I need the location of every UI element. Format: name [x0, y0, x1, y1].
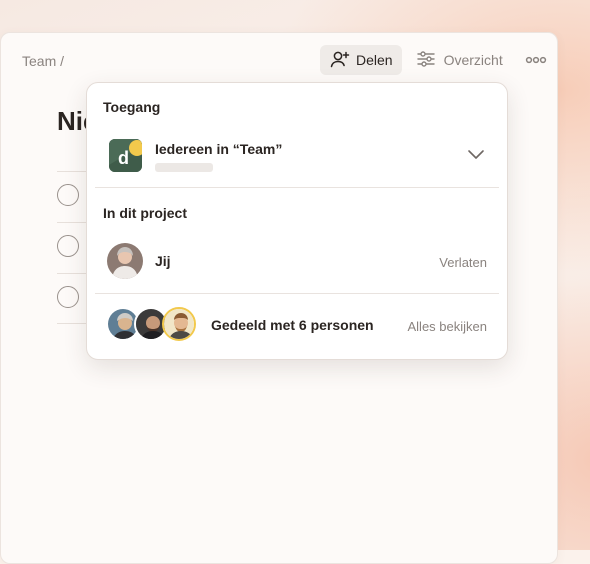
task-checkbox[interactable] [57, 235, 79, 257]
project-heading: In dit project [103, 205, 187, 221]
shared-count-text: Gedeeld met 6 personen [211, 317, 374, 333]
more-button[interactable] [517, 45, 555, 75]
chevron-down-icon[interactable] [467, 147, 485, 165]
share-popover: Toegang d Iedereen in “Team” In dit proj… [86, 82, 508, 360]
team-logo: d [109, 139, 142, 172]
avatar-member-3[interactable] [162, 307, 196, 341]
overview-button[interactable]: Overzicht [408, 50, 511, 71]
add-person-icon [330, 50, 350, 71]
share-button[interactable]: Delen [320, 45, 402, 75]
access-option[interactable]: Iedereen in “Team” [155, 141, 282, 157]
toolbar: Delen Overzicht [320, 45, 555, 75]
access-subtitle-placeholder [155, 163, 213, 172]
member-name: Jij [155, 253, 171, 269]
avatar-me [107, 243, 143, 279]
svg-text:d: d [118, 148, 129, 168]
see-all-button[interactable]: Alles bekijken [408, 319, 488, 334]
access-heading: Toegang [103, 99, 161, 115]
breadcrumb[interactable]: Team / [22, 53, 64, 69]
sliders-icon [416, 50, 436, 71]
divider [95, 293, 499, 294]
more-horizontal-icon [525, 51, 547, 69]
overview-label: Overzicht [443, 52, 503, 68]
share-label: Delen [356, 52, 393, 68]
leave-button[interactable]: Verlaten [439, 255, 487, 270]
divider [95, 187, 499, 188]
task-checkbox[interactable] [57, 184, 79, 206]
task-checkbox[interactable] [57, 286, 79, 308]
